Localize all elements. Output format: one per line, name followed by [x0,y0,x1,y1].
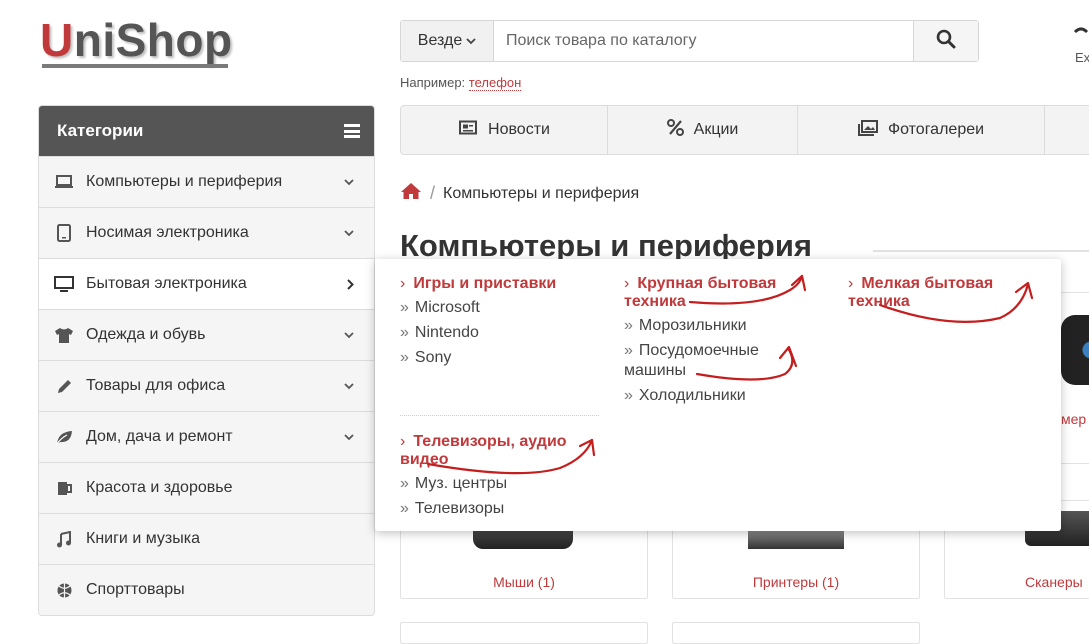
menu-group-large-appliances: › Крупная бытовая техника » Морозильники »… [624,275,824,406]
menu-item[interactable]: » Nintendo [400,323,610,343]
menu-item[interactable]: » Морозильники [624,316,824,336]
product-caption-partial: мер [1061,411,1087,427]
images-icon [857,119,878,141]
sidebar-title: Категории [57,121,144,140]
tab-news[interactable]: Новости [401,106,608,154]
sidebar-item-label: Дом, дача и ремонт [86,428,233,445]
product-caption: Мыши (1) [493,574,555,590]
sidebar-item-label: Компьютеры и периферия [86,173,283,190]
product-image [473,531,573,549]
leaf-icon [53,428,75,446]
sidebar-header[interactable]: Категории [39,106,374,156]
search-button[interactable] [913,21,978,61]
user-icon [1073,26,1089,41]
header-right[interactable]: Ex [1073,24,1089,65]
sidebar-item-wearables[interactable]: Носимая электроника [39,207,374,258]
chevron-down-icon [466,36,476,48]
chevron-right-icon [343,278,357,290]
sidebar-item-label: Товары для офиса [86,377,226,394]
laptop-icon [53,173,75,191]
mug-icon [53,479,75,497]
sidebar-item-clothing[interactable]: Одежда и обувь [39,309,374,360]
sidebar-item-label: Красота и здоровье [86,479,233,496]
search-bar: Везде [400,20,979,62]
product-card[interactable] [672,622,920,644]
sidebar-item-electronics[interactable]: Бытовая электроника [39,258,374,309]
menu-group-games: › Игры и приставки » Microsoft » Nintendo »… [400,275,610,368]
menu-item[interactable]: » Microsoft [400,298,610,318]
search-input[interactable] [494,21,913,61]
home-icon[interactable] [400,182,422,205]
pencil-icon [53,377,75,395]
menu-item[interactable]: » Посудомоечные машины [624,341,789,381]
product-caption: Принтеры (1) [752,574,840,590]
ball-icon [53,581,75,599]
logo-first-letter: U [40,14,74,66]
tab-label: Новости [488,121,550,138]
chevron-down-icon [342,178,356,186]
sidebar-item-label: Спорттовары [86,581,185,598]
menu-item[interactable]: » Муз. центры [400,474,600,494]
title-divider [873,250,1089,252]
menu-group-title[interactable]: › Телевизоры, аудио видео [400,433,600,469]
product-image [748,531,844,549]
menu-group-title[interactable]: › Игры и приставки [400,275,610,293]
tablet-icon [53,224,75,242]
sidebar-item-label: Одежда и обувь [86,326,206,343]
menu-item[interactable]: » Холодильники [624,386,824,406]
mega-menu: › Игры и приставки » Microsoft » Nintendo »… [375,259,1061,531]
chevron-down-icon [342,331,356,339]
chevron-down-icon [342,433,356,441]
example-prefix: Например: [400,75,466,90]
menu-group-title[interactable]: › Крупная бытовая техника [624,275,824,311]
search-scope-value: Везде [417,32,463,49]
example-link[interactable]: телефон [468,75,522,91]
search-icon [936,29,956,54]
newspaper-icon [458,120,478,140]
menu-group-title[interactable]: › Мелкая бытовая техника [848,275,1038,311]
sidebar-item-computers[interactable]: Компьютеры и периферия [39,156,374,207]
product-caption: Сканеры [1025,574,1083,590]
menu-divider [400,415,599,416]
search-example: Например: телефон [400,75,522,91]
percent-icon [666,119,684,141]
product-card[interactable] [400,622,648,644]
menu-group-small-appliances: › Мелкая бытовая техника [848,275,1038,311]
tshirt-icon [53,326,75,344]
tab-label: Акции [693,121,739,138]
category-sidebar: Категории Компьютеры и периферия Носимая… [38,105,375,616]
sidebar-item-books[interactable]: Книги и музыка [39,513,374,564]
sidebar-item-label: Книги и музыка [86,530,200,547]
monitor-icon [53,275,75,293]
menu-icon [344,124,360,138]
tab-label: Фотогалереи [887,121,985,138]
sidebar-item-sports[interactable]: Спорттовары [39,564,374,615]
sidebar-item-office[interactable]: Товары для офиса [39,360,374,411]
logo-rest: niShop [73,14,233,66]
sidebar-item-label: Носимая электроника [86,224,249,241]
breadcrumb-separator: / [430,183,436,203]
menu-item[interactable]: » Телевизоры [400,499,600,519]
menu-item[interactable]: » Sony [400,348,610,368]
header-right-label: Ex [1075,50,1089,65]
sidebar-item-beauty[interactable]: Красота и здоровье [39,462,374,513]
product-image [1061,315,1089,385]
logo[interactable]: UniShop [40,12,233,68]
top-nav: Новости Акции Фотогалереи [400,105,1089,155]
search-scope-select[interactable]: Везде [401,21,494,61]
breadcrumb-current: Компьютеры и периферия [443,184,640,202]
sidebar-item-label: Бытовая электроника [86,275,247,292]
sidebar-item-home[interactable]: Дом, дача и ремонт [39,411,374,462]
menu-group-tv-audio: › Телевизоры, аудио видео » Муз. центры » Т… [400,433,600,519]
chevron-down-icon [342,229,356,237]
chevron-down-icon [342,382,356,390]
tab-galleries[interactable]: Фотогалереи [798,106,1045,154]
logo-underline [42,64,228,68]
music-icon [53,530,75,548]
tab-promotions[interactable]: Акции [608,106,798,154]
breadcrumb: / Компьютеры и периферия [400,182,639,205]
